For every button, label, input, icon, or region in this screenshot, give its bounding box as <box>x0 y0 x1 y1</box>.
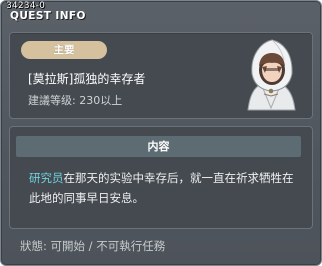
level-requirement: 建議等级: 230以上 <box>28 94 123 107</box>
quest-info-window: 34234-0 QUEST INFO 主要 [莫拉斯]孤独的幸存者 建議等级: … <box>0 0 322 266</box>
quest-status: 狀態: 可開始 / 不可執行任務 <box>20 239 166 253</box>
quest-description: 研究员在那天的实验中幸存后，就一直在祈求牺牲在此地的同事早日安息。 <box>29 168 299 208</box>
quest-npc-highlight: 研究员 <box>29 171 64 185</box>
quest-type-badge: 主要 <box>21 41 107 59</box>
window-title: QUEST INFO <box>10 10 86 22</box>
content-header: 内容 <box>16 136 301 157</box>
hooded-npc-icon <box>247 39 296 111</box>
quest-description-text: 在那天的实验中幸存后，就一直在祈求牺牲在此地的同事早日安息。 <box>29 171 294 205</box>
quest-npc-name: [莫拉斯]孤独的幸存者 <box>28 72 146 86</box>
